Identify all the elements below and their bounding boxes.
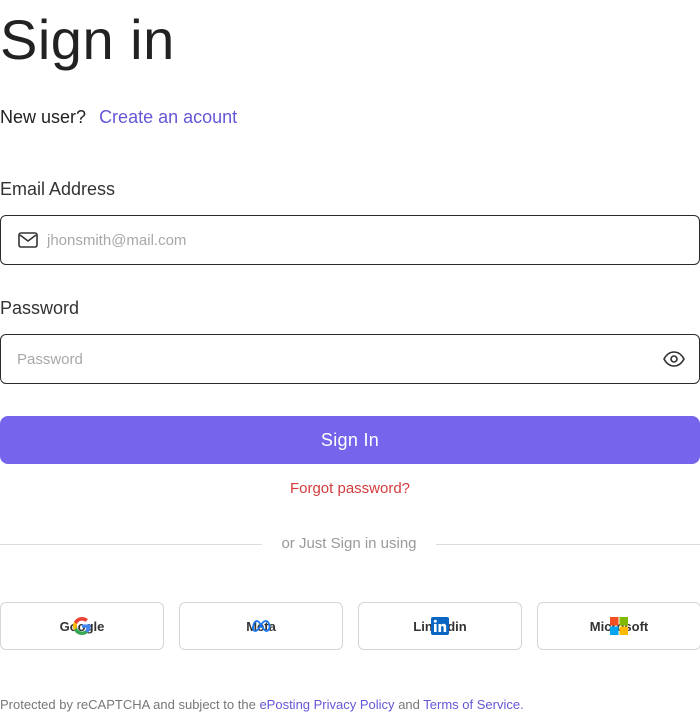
recaptcha-notice: Protected by reCAPTCHA and subject to th… xyxy=(0,697,524,713)
linkedin-icon xyxy=(431,617,449,635)
email-field-container xyxy=(0,215,700,265)
create-account-link[interactable]: Create an acount xyxy=(99,107,237,127)
divider-text: or Just Sign in using xyxy=(281,535,417,552)
footer-prefix: Protected by reCAPTCHA and subject to th… xyxy=(0,697,256,712)
password-field-container xyxy=(0,334,700,384)
eye-icon[interactable] xyxy=(662,349,686,369)
microsoft-sign-in-button[interactable]: Microsoft xyxy=(537,602,700,650)
signup-prompt: New user? Create an acount xyxy=(0,105,237,129)
page-title: Sign in xyxy=(0,8,175,71)
new-user-text: New user? xyxy=(0,107,87,127)
terms-of-service-link[interactable]: Terms of Service. xyxy=(423,697,523,712)
google-sign-in-button[interactable]: Google xyxy=(0,602,164,650)
divider-line-left xyxy=(0,544,262,545)
password-input[interactable] xyxy=(17,335,637,383)
linkedin-sign-in-button[interactable]: Linkedin xyxy=(358,602,522,650)
forgot-password-link[interactable]: Forgot password? xyxy=(0,480,700,497)
google-icon xyxy=(73,617,91,635)
privacy-policy-link[interactable]: ePosting Privacy Policy xyxy=(259,697,394,712)
meta-icon xyxy=(251,620,271,632)
password-label: Password xyxy=(0,298,80,318)
mail-icon xyxy=(17,230,39,250)
meta-sign-in-button[interactable]: Meta xyxy=(179,602,343,650)
divider-line-right xyxy=(436,544,700,545)
email-label: Email Address xyxy=(0,179,116,199)
microsoft-icon xyxy=(610,617,628,635)
sign-in-button[interactable]: Sign In xyxy=(0,416,700,464)
email-input[interactable] xyxy=(47,216,677,264)
footer-and: and xyxy=(398,697,420,712)
